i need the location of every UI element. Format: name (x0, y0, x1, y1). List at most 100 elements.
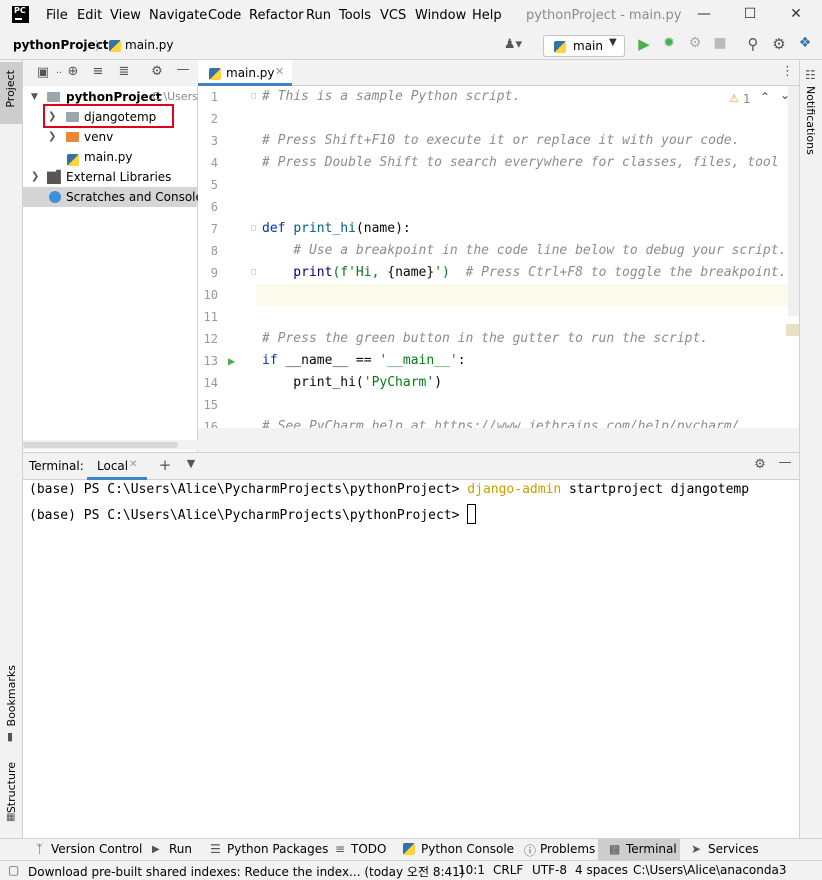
tool-version-control[interactable]: Version Control (51, 842, 142, 856)
tool-python-console[interactable]: Python Console (421, 842, 514, 856)
interpolation: {name} (387, 265, 435, 280)
status-indicator-icon[interactable]: ▢ (8, 863, 19, 877)
notifications-tab[interactable]: Notifications (804, 86, 817, 155)
line-number: 8 (210, 244, 218, 258)
editor-gutter: 1 2 3 4 5 6 7 8 9 10 11 12 13 14 15 16 ▶… (198, 86, 256, 428)
more-options-icon[interactable]: ⋮ (781, 64, 794, 79)
tree-item-external-libraries[interactable]: ❯ ▇▌ External Libraries (23, 167, 198, 187)
tree-item-main-py[interactable]: main.py (23, 147, 198, 167)
tool-python-packages[interactable]: Python Packages (227, 842, 328, 856)
minimize-icon[interactable]: — (694, 6, 714, 26)
editor-tab-bar: main.py ✕ ⋮ (198, 60, 799, 86)
add-terminal-icon[interactable]: + (157, 456, 173, 474)
python-interpreter[interactable]: C:\Users\Alice\anaconda3 (633, 863, 786, 877)
hide-panel-icon[interactable]: — (175, 62, 191, 77)
tool-todo[interactable]: TODO (351, 842, 386, 856)
terminal-tab-local[interactable]: Local ✕ (87, 453, 147, 480)
highlight-box (43, 104, 174, 128)
tool-services[interactable]: Services (708, 842, 759, 856)
caret-position[interactable]: 10:1 (458, 863, 485, 877)
close-tab-icon[interactable]: ✕ (129, 459, 137, 470)
menu-navigate[interactable]: Navigate (149, 8, 207, 23)
line-number: 6 (210, 200, 218, 214)
run-gutter-icon[interactable]: ▶ (228, 354, 235, 368)
gear-icon[interactable]: ⚙ (752, 457, 768, 472)
gear-icon[interactable]: ⚙ (770, 35, 788, 53)
editor-vertical-scrollbar[interactable] (788, 86, 799, 316)
menu-tools[interactable]: Tools (339, 8, 371, 23)
gear-icon[interactable]: ⚙ (149, 64, 165, 79)
code-line-14: print_hi('PyCharm') (262, 375, 442, 390)
collapse-all-icon[interactable]: ≣ (116, 64, 132, 79)
warning-icon[interactable]: ⚠ (729, 92, 739, 105)
menu-window[interactable]: Window (415, 8, 466, 23)
editor-tab-label: main.py (226, 66, 275, 80)
code-text: (name): (355, 221, 411, 236)
user-account-icon[interactable]: ♟▾ (500, 37, 526, 52)
menu-view[interactable]: View (110, 8, 141, 23)
project-view-dots[interactable]: .. (55, 65, 63, 76)
fold-icon[interactable]: □ (251, 91, 256, 100)
breadcrumb-file[interactable]: main.py (125, 38, 174, 52)
close-icon[interactable]: ✕ (786, 6, 806, 26)
code-editor[interactable]: 1 2 3 4 5 6 7 8 9 10 11 12 13 14 15 16 ▶… (198, 86, 799, 428)
terminal-line-2: (base) PS C:\Users\Alice\PycharmProjects… (29, 504, 477, 524)
menu-vcs[interactable]: VCS (380, 8, 406, 23)
expand-all-icon[interactable]: ≡ (90, 64, 106, 79)
line-number: 3 (210, 134, 218, 148)
scratches-icon (49, 191, 61, 203)
stop-icon[interactable]: ■ (712, 35, 728, 51)
structure-tab[interactable]: Structure (5, 762, 18, 813)
keyword: if (262, 353, 278, 368)
python-run-config-icon (554, 40, 566, 54)
run-icon[interactable]: ▶ (636, 35, 652, 53)
maximize-icon[interactable]: ☐ (740, 6, 760, 26)
chevron-right-icon: ❯ (31, 171, 40, 182)
menu-file[interactable]: File (46, 8, 68, 23)
status-message[interactable]: Download pre-built shared indexes: Reduc… (28, 863, 464, 880)
file-encoding[interactable]: UTF-8 (532, 863, 567, 877)
menu-refactor[interactable]: Refactor (249, 8, 304, 23)
indent-setting[interactable]: 4 spaces (575, 863, 628, 877)
line-number: 11 (203, 310, 218, 324)
string: ') (434, 265, 450, 280)
locate-file-icon[interactable]: ⊕ (65, 64, 81, 79)
editor-tab-main-py[interactable]: main.py ✕ (198, 60, 292, 86)
tool-terminal[interactable]: Terminal (626, 842, 677, 856)
line-number: 14 (203, 376, 218, 390)
jetbrains-ide-icon[interactable]: ❖ (796, 35, 814, 51)
todo-icon: ≡ (335, 842, 346, 856)
project-tab-label: Project (4, 70, 17, 108)
terminal-prompt: (base) PS C:\Users\Alice\PycharmProjects… (29, 508, 460, 523)
coverage-icon[interactable]: ⚙ (686, 35, 704, 51)
chevron-down-icon[interactable]: ▼ (183, 457, 199, 470)
close-tab-icon[interactable]: ✕ (275, 65, 284, 78)
search-icon[interactable]: ⚲ (744, 35, 762, 53)
structure-icon: ▦ (6, 812, 16, 823)
terminal-cursor (467, 504, 477, 524)
hide-panel-icon[interactable]: — (777, 455, 793, 470)
terminal-output[interactable]: (base) PS C:\Users\Alice\PycharmProjects… (23, 480, 799, 838)
debug-icon[interactable]: ✹ (660, 35, 678, 51)
line-separator[interactable]: CRLF (493, 863, 523, 877)
bookmark-icon: ▮ (7, 730, 14, 743)
previous-highlight-icon[interactable]: ⌃ (760, 90, 770, 104)
menu-help[interactable]: Help (472, 8, 502, 23)
project-view-icon[interactable]: ▣ (35, 65, 51, 80)
tree-item-label: External Libraries (66, 170, 172, 184)
project-horizontal-scrollbar[interactable] (23, 440, 198, 450)
scrollbar-thumb[interactable] (23, 442, 178, 448)
run-configuration-dropdown[interactable]: main ▼ (543, 35, 625, 57)
menu-run[interactable]: Run (306, 8, 331, 23)
tree-item-scratches[interactable]: Scratches and Consoles (23, 187, 198, 207)
fold-icon[interactable]: □ (251, 223, 256, 232)
project-tool-tab[interactable]: Project (0, 62, 22, 124)
menu-edit[interactable]: Edit (77, 8, 102, 23)
tool-run[interactable]: Run (169, 842, 192, 856)
fold-icon[interactable]: □ (251, 267, 256, 276)
tree-item-label: Scratches and Consoles (66, 190, 198, 204)
bookmarks-tab[interactable]: Bookmarks (5, 665, 18, 726)
tree-item-venv[interactable]: ❯ venv (23, 127, 198, 147)
menu-code[interactable]: Code (208, 8, 241, 23)
tool-problems[interactable]: Problems (540, 842, 595, 856)
